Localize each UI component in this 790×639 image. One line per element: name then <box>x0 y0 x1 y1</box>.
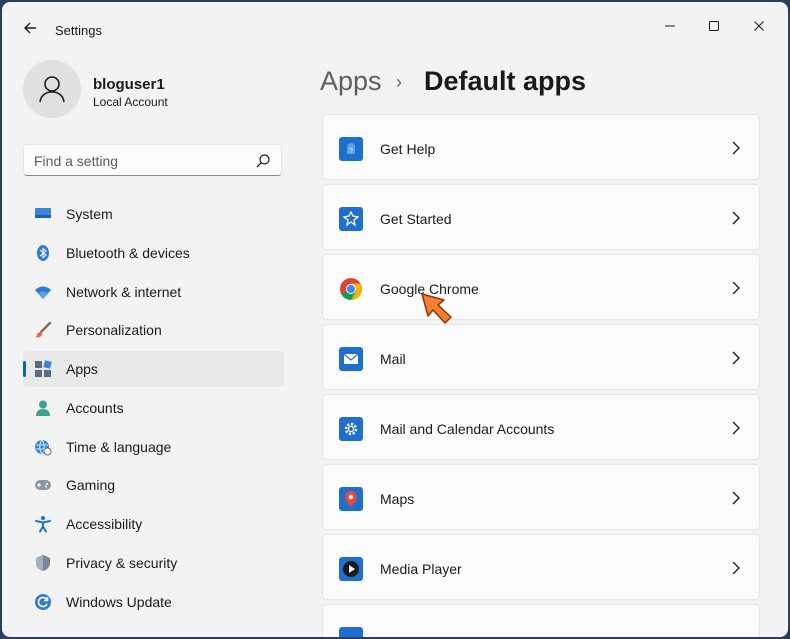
close-icon <box>754 21 764 31</box>
user-icon <box>39 76 65 103</box>
app-icon <box>339 627 363 637</box>
accessibility-icon <box>34 515 52 533</box>
page-title: Default apps <box>424 66 587 96</box>
sidebar-item-label: Gaming <box>66 477 116 494</box>
user-name: bloguser1 <box>93 76 165 93</box>
sidebar-item-label: Accounts <box>66 399 124 416</box>
sidebar-item-label: Privacy & security <box>66 554 178 571</box>
app-row-maps[interactable]: Maps <box>322 464 760 530</box>
chevron-right-icon <box>732 491 740 505</box>
sidebar-item-personalization[interactable]: Personalization <box>23 312 284 348</box>
avatar <box>23 60 81 118</box>
maximize-icon <box>709 21 719 31</box>
shield-icon <box>34 554 52 572</box>
sidebar-item-label: Accessibility <box>66 516 143 532</box>
minimize-button[interactable] <box>650 12 690 40</box>
minimize-icon <box>665 25 675 27</box>
chevron-right-icon <box>732 211 740 225</box>
sidebar-item-apps[interactable]: Apps <box>23 351 284 387</box>
account-type: Local Account <box>93 95 168 109</box>
app-label: Maps <box>380 491 415 507</box>
person-icon <box>34 399 52 417</box>
monitor-icon <box>34 205 52 223</box>
sidebar-item-label: Personalization <box>66 322 162 339</box>
app-row-get-started[interactable]: Get Started <box>322 184 760 250</box>
get-started-icon <box>339 207 363 231</box>
breadcrumb-apps[interactable]: Apps <box>320 66 382 97</box>
selection-indicator <box>23 361 26 377</box>
title-bar: Settings <box>2 2 788 46</box>
sidebar-item-accounts[interactable]: Accounts <box>23 390 284 426</box>
settings-window: Settings bloguser1 Local Account System … <box>2 2 788 637</box>
media-player-icon <box>339 557 363 581</box>
app-row-mail[interactable]: Mail <box>322 324 760 390</box>
mail-icon <box>339 347 363 371</box>
app-row-google-chrome[interactable]: Google Chrome <box>322 254 760 320</box>
svg-text:?: ? <box>349 148 353 155</box>
app-row-media-player[interactable]: Media Player <box>322 534 760 600</box>
close-button[interactable] <box>739 12 779 40</box>
sidebar-item-system[interactable]: System <box>23 196 284 232</box>
search-box[interactable] <box>23 144 282 176</box>
sidebar-item-gaming[interactable]: Gaming <box>23 467 284 503</box>
sidebar-item-accessibility[interactable]: Accessibility <box>23 506 284 542</box>
search-icon[interactable] <box>255 153 271 169</box>
breadcrumb-separator: › <box>396 72 402 92</box>
brush-icon <box>34 321 52 339</box>
get-help-icon: ? <box>339 137 363 161</box>
chevron-right-icon <box>732 561 740 575</box>
gear-icon <box>339 417 363 441</box>
chevron-right-icon <box>732 281 740 295</box>
sidebar-item-privacy-security[interactable]: Privacy & security <box>23 545 284 581</box>
app-label: Mail <box>380 351 406 367</box>
sidebar-item-label: Time & language <box>66 438 172 455</box>
app-label: Get Help <box>380 141 436 157</box>
chevron-right-icon <box>732 421 740 435</box>
sidebar-item-label: Windows Update <box>66 593 172 610</box>
window-title: Settings <box>55 23 102 38</box>
back-arrow-icon <box>24 22 36 34</box>
chevron-right-icon <box>732 141 740 155</box>
app-label: Media Player <box>380 561 462 577</box>
globe-clock-icon <box>34 438 52 456</box>
sidebar-item-label: Apps <box>66 361 98 377</box>
app-label: Mail and Calendar Accounts <box>380 421 555 437</box>
app-row-mail-calendar-accounts[interactable]: Mail and Calendar Accounts <box>322 394 760 460</box>
maps-icon <box>339 487 363 511</box>
sidebar-item-time-language[interactable]: Time & language <box>23 429 284 465</box>
default-apps-list: ? Get Help Get Started Google Chrome Mai… <box>322 114 760 637</box>
bluetooth-icon <box>34 244 52 262</box>
sidebar-item-network-internet[interactable]: Network & internet <box>23 274 284 310</box>
pointer-arrow-icon <box>421 293 452 324</box>
sidebar-item-label: System <box>66 206 113 222</box>
back-button[interactable] <box>18 16 42 40</box>
app-row-partial[interactable] <box>322 604 760 637</box>
sidebar-item-label: Network & internet <box>66 283 182 300</box>
sidebar-nav: System Bluetooth & devices Network & int… <box>23 196 284 622</box>
sidebar-item-bluetooth-devices[interactable]: Bluetooth & devices <box>23 235 284 271</box>
apps-icon <box>34 360 52 378</box>
chrome-icon <box>339 277 363 301</box>
update-icon <box>34 593 52 611</box>
maximize-button[interactable] <box>694 12 734 40</box>
sidebar-item-windows-update[interactable]: Windows Update <box>23 584 284 620</box>
app-label: Get Started <box>380 211 452 227</box>
sidebar-item-label: Bluetooth & devices <box>66 244 190 261</box>
search-input[interactable] <box>34 151 244 171</box>
gamepad-icon <box>34 476 52 494</box>
chevron-right-icon <box>732 351 740 365</box>
wifi-icon <box>34 283 52 301</box>
app-row-get-help[interactable]: ? Get Help <box>322 114 760 180</box>
